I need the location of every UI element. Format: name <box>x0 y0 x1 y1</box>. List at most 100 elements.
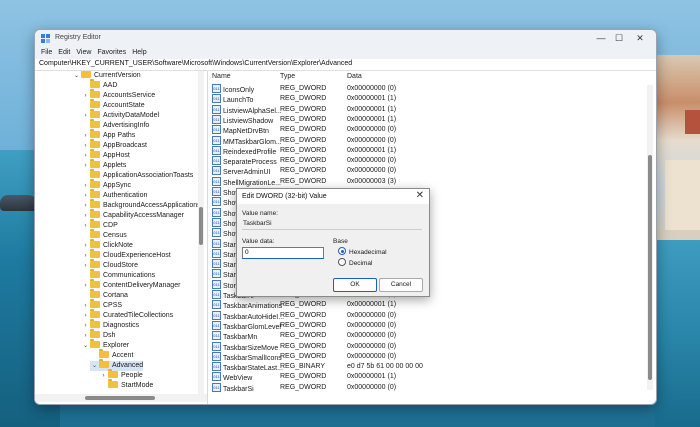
value-row[interactable]: 011 TaskbarAnimations REG_DWORD 0x00000001 … <box>208 300 648 310</box>
tree-item[interactable]: StartMode <box>99 379 153 391</box>
value-row[interactable]: 011 IconsOnly REG_DWORD 0x00000000 (0) <box>208 84 648 94</box>
value-row[interactable]: 011 TaskbarAutoHideI... REG_DWORD 0x0000000… <box>208 310 648 321</box>
chevron-down-icon[interactable]: ⌄ <box>90 361 99 371</box>
tree-item[interactable]: › BackgroundAccessApplications <box>81 199 201 211</box>
tree-item[interactable]: AAD <box>81 79 117 91</box>
tree-item[interactable]: › Dsh <box>81 329 115 341</box>
cancel-button[interactable]: Cancel <box>379 278 423 292</box>
tree-item[interactable]: › Applets <box>81 159 126 171</box>
reg-dword-icon: 011 <box>212 331 221 341</box>
chevron-right-icon[interactable]: › <box>81 261 90 271</box>
title-bar[interactable]: Registry Editor — ☐ ✕ <box>35 30 656 47</box>
value-row[interactable]: 011 LaunchTo REG_DWORD 0x00000001 (1) <box>208 94 648 104</box>
tree-item[interactable]: › CapabilityAccessManager <box>81 209 184 221</box>
tree-item[interactable]: › ClickNote <box>81 239 133 251</box>
value-type-cell: REG_DWORD <box>280 126 327 134</box>
maximize-button[interactable]: ☐ <box>608 32 630 45</box>
tree-item[interactable]: › People <box>99 369 143 381</box>
list-scroll-thumb[interactable] <box>648 155 652 380</box>
chevron-right-icon[interactable]: › <box>81 131 90 141</box>
value-row[interactable]: 011 TaskbarSmallIcons REG_DWORD 0x00000000 … <box>208 351 648 362</box>
value-row[interactable]: 011 SeparateProcess REG_DWORD 0x00000000 (0… <box>208 156 648 166</box>
tree-item[interactable]: Census <box>81 229 127 241</box>
chevron-right-icon[interactable]: › <box>81 311 90 321</box>
tree-item[interactable]: › CPSS <box>81 299 122 311</box>
chevron-right-icon[interactable]: › <box>81 151 90 161</box>
tree-item[interactable]: ApplicationAssociationToasts <box>81 169 193 181</box>
tree-item[interactable]: › ContentDeliveryManager <box>81 279 180 291</box>
tree-item[interactable]: ⌄ Explorer <box>81 339 129 351</box>
tree-item[interactable]: ⌄ Advanced <box>90 359 144 371</box>
chevron-right-icon[interactable]: › <box>81 251 90 261</box>
tree-item[interactable]: ⌄ CurrentVersion <box>72 71 141 81</box>
chevron-right-icon[interactable]: › <box>81 241 90 251</box>
chevron-right-icon[interactable]: › <box>81 301 90 311</box>
chevron-right-icon[interactable]: › <box>81 91 90 101</box>
chevron-right-icon[interactable]: › <box>81 161 90 171</box>
wallpaper-rock <box>0 195 38 211</box>
menu-file[interactable]: File <box>41 47 52 59</box>
tree-vertical-scrollbar[interactable] <box>198 71 204 394</box>
chevron-right-icon[interactable]: › <box>81 141 90 151</box>
value-name-cell: 011 TaskbarSi <box>212 382 254 395</box>
value-row[interactable]: 011 MMTaskbarGlom... REG_DWORD 0x00000000 (… <box>208 135 648 146</box>
value-row[interactable]: 011 ReindexedProfile REG_DWORD 0x00000001 (… <box>208 145 648 156</box>
menu-edit[interactable]: Edit <box>58 47 70 59</box>
chevron-right-icon[interactable]: › <box>99 371 108 381</box>
chevron-right-icon[interactable]: › <box>81 221 90 231</box>
value-type-cell: REG_DWORD <box>280 115 327 123</box>
chevron-right-icon[interactable]: › <box>81 111 90 121</box>
tree-item[interactable]: › CloudExperienceHost <box>81 249 171 261</box>
value-row[interactable]: 011 TaskbarGlomLevel REG_DWORD 0x00000000 (… <box>208 320 648 331</box>
address-bar[interactable]: Computer\HKEY_CURRENT_USER\Software\Micr… <box>35 59 656 71</box>
ok-button[interactable]: OK <box>333 278 377 292</box>
value-row[interactable]: 011 ListviewShadow REG_DWORD 0x00000001 (1) <box>208 114 648 125</box>
tree-horizontal-scrollbar[interactable] <box>35 394 207 402</box>
column-type-header[interactable]: Type <box>280 73 295 80</box>
tree-item[interactable]: Cortana <box>81 289 128 301</box>
chevron-right-icon[interactable]: › <box>81 181 90 191</box>
chevron-down-icon[interactable]: ⌄ <box>72 71 81 81</box>
list-vertical-scrollbar[interactable] <box>647 85 653 390</box>
radio-selected-icon[interactable] <box>338 247 346 255</box>
chevron-down-icon[interactable]: ⌄ <box>81 341 90 351</box>
menu-favorites[interactable]: Favorites <box>97 47 126 59</box>
close-button[interactable]: ✕ <box>629 32 651 45</box>
tree-hscroll-thumb[interactable] <box>85 396 155 400</box>
tree-item[interactable]: › AppHost <box>81 149 130 161</box>
tree-item[interactable]: › CDP <box>81 219 118 231</box>
chevron-right-icon[interactable]: › <box>81 321 90 331</box>
value-row[interactable]: 011 TaskbarMn REG_DWORD 0x00000000 (0) <box>208 331 648 341</box>
value-row[interactable]: 011 WebView REG_DWORD 0x00000001 (1) <box>208 372 648 382</box>
value-row[interactable]: 011 TaskbarSizeMove REG_DWORD 0x00000000 (0… <box>208 341 648 352</box>
chevron-right-icon[interactable]: › <box>81 201 90 211</box>
decimal-radio[interactable]: Decimal <box>338 258 372 268</box>
hexadecimal-radio[interactable]: Hexadecimal <box>338 247 387 257</box>
chevron-right-icon[interactable]: › <box>81 281 90 291</box>
tree-item-label: Census <box>103 232 127 239</box>
address-path[interactable]: Computer\HKEY_CURRENT_USER\Software\Micr… <box>39 60 352 67</box>
tree-item[interactable]: › CuratedTileCollections <box>81 309 173 321</box>
radio-unselected-icon[interactable] <box>338 258 346 266</box>
menu-help[interactable]: Help <box>132 47 146 59</box>
chevron-right-icon[interactable]: › <box>81 211 90 221</box>
chevron-right-icon[interactable]: › <box>81 191 90 201</box>
value-row[interactable]: 011 TaskbarSi REG_DWORD 0x00000000 (0) <box>208 382 648 395</box>
value-row[interactable]: 011 TaskbarStateLast... REG_BINARY e0 d7 5b… <box>208 362 648 372</box>
tree-scroll-thumb[interactable] <box>199 207 203 245</box>
column-data-header[interactable]: Data <box>347 73 362 80</box>
menu-view[interactable]: View <box>76 47 91 59</box>
chevron-right-icon[interactable]: › <box>81 331 90 341</box>
value-row[interactable]: 011 ShellMigrationLe... REG_DWORD 0x0000000… <box>208 176 648 187</box>
tree-item[interactable]: › AppSync <box>81 179 131 191</box>
value-row[interactable]: 011 ListviewAlphaSel... REG_DWORD 0x0000000… <box>208 104 648 115</box>
tree-item-label: Accent <box>112 352 134 359</box>
value-data-field[interactable] <box>242 247 324 259</box>
tree-item[interactable]: Accent <box>90 349 134 361</box>
column-name-header[interactable]: Name <box>212 73 231 80</box>
value-row[interactable]: 011 MapNetDrvBtn REG_DWORD 0x00000000 (0) <box>208 125 648 135</box>
value-row[interactable]: 011 ServerAdminUI REG_DWORD 0x00000000 (0) <box>208 166 648 176</box>
dialog-close-button[interactable]: ✕ <box>416 190 424 201</box>
value-type-cell: REG_DWORD <box>280 136 327 144</box>
value-data-input[interactable] <box>243 248 321 256</box>
